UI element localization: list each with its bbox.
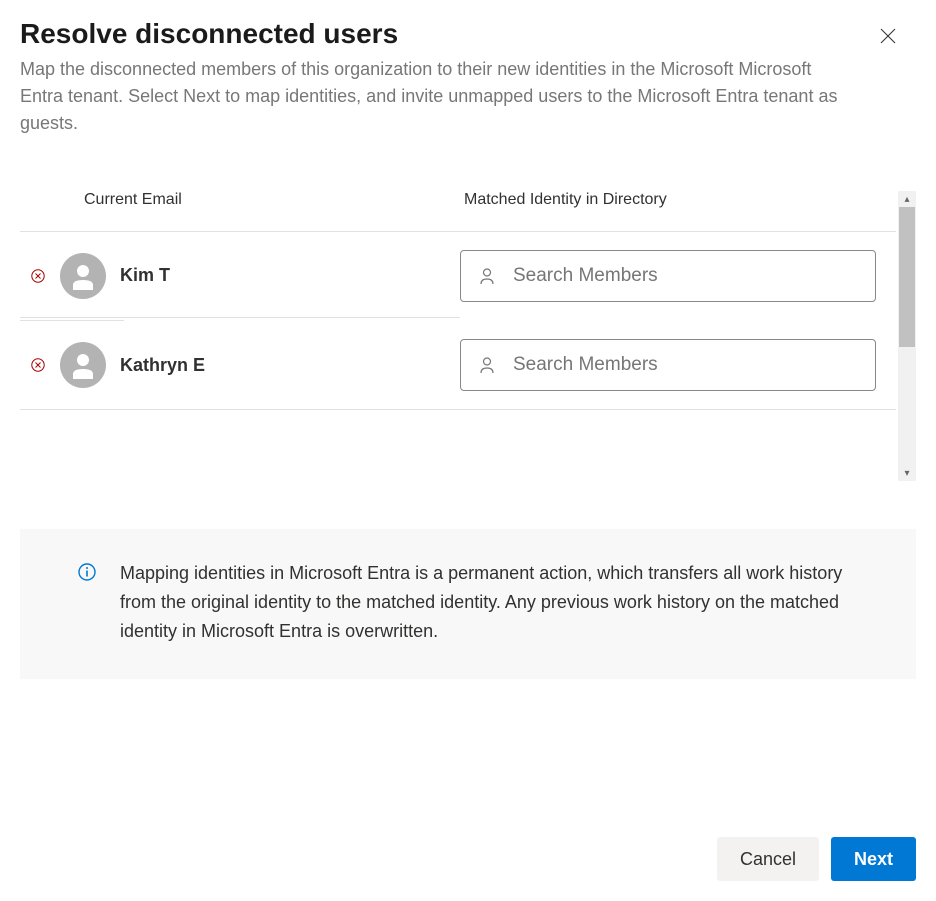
users-table: Current Email Matched Identity in Direct… — [20, 191, 896, 410]
scrollbar-up-icon[interactable]: ▴ — [898, 191, 916, 207]
search-members-field — [460, 339, 876, 391]
info-icon — [78, 563, 96, 581]
dialog-title: Resolve disconnected users — [20, 18, 916, 50]
search-members-field — [460, 250, 876, 302]
dialog-subtitle: Map the disconnected members of this org… — [20, 56, 840, 137]
dialog-header: Resolve disconnected users Map the disco… — [20, 18, 916, 137]
next-button[interactable]: Next — [831, 837, 916, 881]
remove-circle-icon — [31, 358, 45, 372]
info-message: Mapping identities in Microsoft Entra is… — [20, 529, 916, 679]
remove-circle-icon — [31, 269, 45, 283]
dialog-footer: Cancel Next — [20, 817, 916, 881]
close-button[interactable] — [872, 20, 904, 52]
person-icon — [69, 351, 97, 379]
user-name: Kim T — [120, 265, 170, 286]
search-members-input[interactable] — [460, 250, 876, 302]
column-header-matched: Matched Identity in Directory — [460, 191, 896, 209]
remove-user-button[interactable] — [30, 268, 46, 284]
info-text: Mapping identities in Microsoft Entra is… — [120, 559, 858, 645]
resolve-disconnected-users-dialog: Resolve disconnected users Map the disco… — [0, 0, 936, 901]
scrollbar-thumb[interactable] — [899, 207, 915, 347]
person-icon — [69, 262, 97, 290]
cancel-button[interactable]: Cancel — [717, 837, 819, 881]
user-name: Kathryn E — [120, 355, 205, 376]
remove-user-button[interactable] — [30, 357, 46, 373]
close-icon — [880, 28, 896, 44]
table-header: Current Email Matched Identity in Direct… — [20, 191, 896, 232]
avatar — [60, 253, 106, 299]
search-members-input[interactable] — [460, 339, 876, 391]
table-row: Kim T — [20, 232, 896, 320]
avatar — [60, 342, 106, 388]
column-header-email: Current Email — [20, 191, 460, 209]
scrollbar-down-icon[interactable]: ▾ — [898, 465, 916, 481]
users-table-container: Current Email Matched Identity in Direct… — [20, 191, 916, 481]
table-bottom-border — [20, 409, 896, 410]
table-row: Kathryn E — [20, 321, 896, 409]
table-rows: Kim T — [20, 232, 896, 410]
scrollbar[interactable]: ▴ ▾ — [898, 191, 916, 481]
